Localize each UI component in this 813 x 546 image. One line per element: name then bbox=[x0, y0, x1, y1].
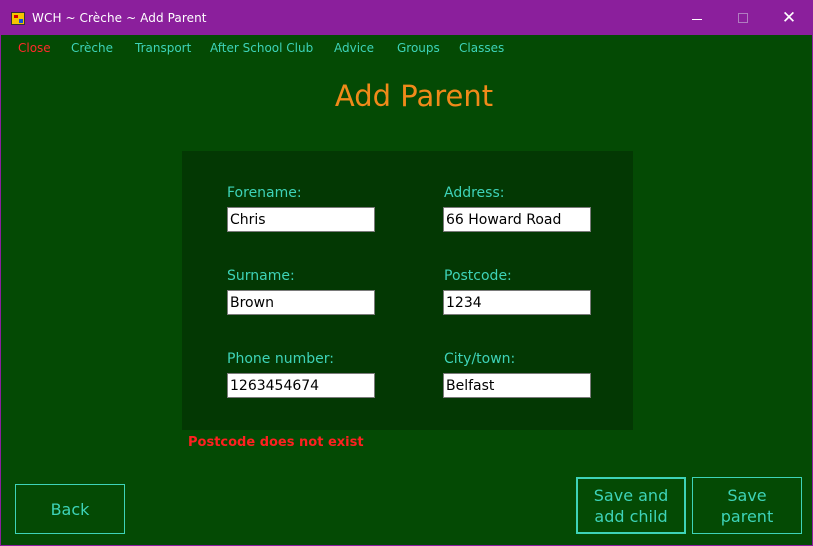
city-label: City/town: bbox=[444, 351, 516, 367]
maximize-button[interactable] bbox=[720, 1, 766, 35]
close-window-button[interactable]: ✕ bbox=[766, 1, 812, 35]
save-and-add-child-label: Save and add child bbox=[578, 485, 684, 527]
forename-label: Forename: bbox=[227, 185, 302, 201]
minimize-icon bbox=[692, 18, 702, 20]
back-button-label: Back bbox=[50, 499, 90, 519]
page-title: Add Parent bbox=[334, 79, 494, 113]
save-parent-line2: parent bbox=[720, 506, 774, 526]
app-window: WCH ~ Crèche ~ Add Parent ✕ Close Crèche… bbox=[0, 0, 813, 546]
address-input[interactable] bbox=[443, 207, 591, 232]
phone-input[interactable] bbox=[227, 373, 375, 398]
title-bar[interactable]: WCH ~ Crèche ~ Add Parent ✕ bbox=[1, 1, 812, 35]
postcode-input[interactable] bbox=[443, 290, 591, 315]
menu-item-after-school-club[interactable]: After School Club bbox=[210, 41, 313, 55]
save-parent-button[interactable]: Save parent bbox=[692, 477, 802, 534]
back-button[interactable]: Back bbox=[15, 484, 125, 534]
menu-item-groups[interactable]: Groups bbox=[397, 41, 440, 55]
surname-input[interactable] bbox=[227, 290, 375, 315]
menu-item-transport[interactable]: Transport bbox=[135, 41, 191, 55]
save-and-add-child-line1: Save and bbox=[593, 485, 669, 505]
forename-input[interactable] bbox=[227, 207, 375, 232]
city-input[interactable] bbox=[443, 373, 591, 398]
postcode-label: Postcode: bbox=[444, 268, 512, 284]
save-and-add-child-button[interactable]: Save and add child bbox=[576, 477, 686, 534]
phone-label: Phone number: bbox=[227, 351, 334, 367]
maximize-icon bbox=[738, 13, 748, 23]
save-parent-label: Save parent bbox=[693, 485, 801, 527]
address-label: Address: bbox=[444, 185, 505, 201]
minimize-button[interactable] bbox=[674, 1, 720, 35]
menu-item-close[interactable]: Close bbox=[18, 41, 51, 55]
menu-item-creche[interactable]: Crèche bbox=[71, 41, 113, 55]
close-icon: ✕ bbox=[781, 8, 797, 28]
window-title: WCH ~ Crèche ~ Add Parent bbox=[32, 11, 207, 25]
menu-item-classes[interactable]: Classes bbox=[459, 41, 504, 55]
menu-bar: Close Crèche Transport After School Club… bbox=[1, 37, 812, 59]
menu-item-advice[interactable]: Advice bbox=[334, 41, 374, 55]
save-parent-line1: Save bbox=[727, 485, 767, 505]
surname-label: Surname: bbox=[227, 268, 295, 284]
error-message: Postcode does not exist bbox=[188, 435, 364, 450]
app-icon bbox=[11, 12, 25, 25]
save-and-add-child-line2: add child bbox=[594, 506, 668, 526]
